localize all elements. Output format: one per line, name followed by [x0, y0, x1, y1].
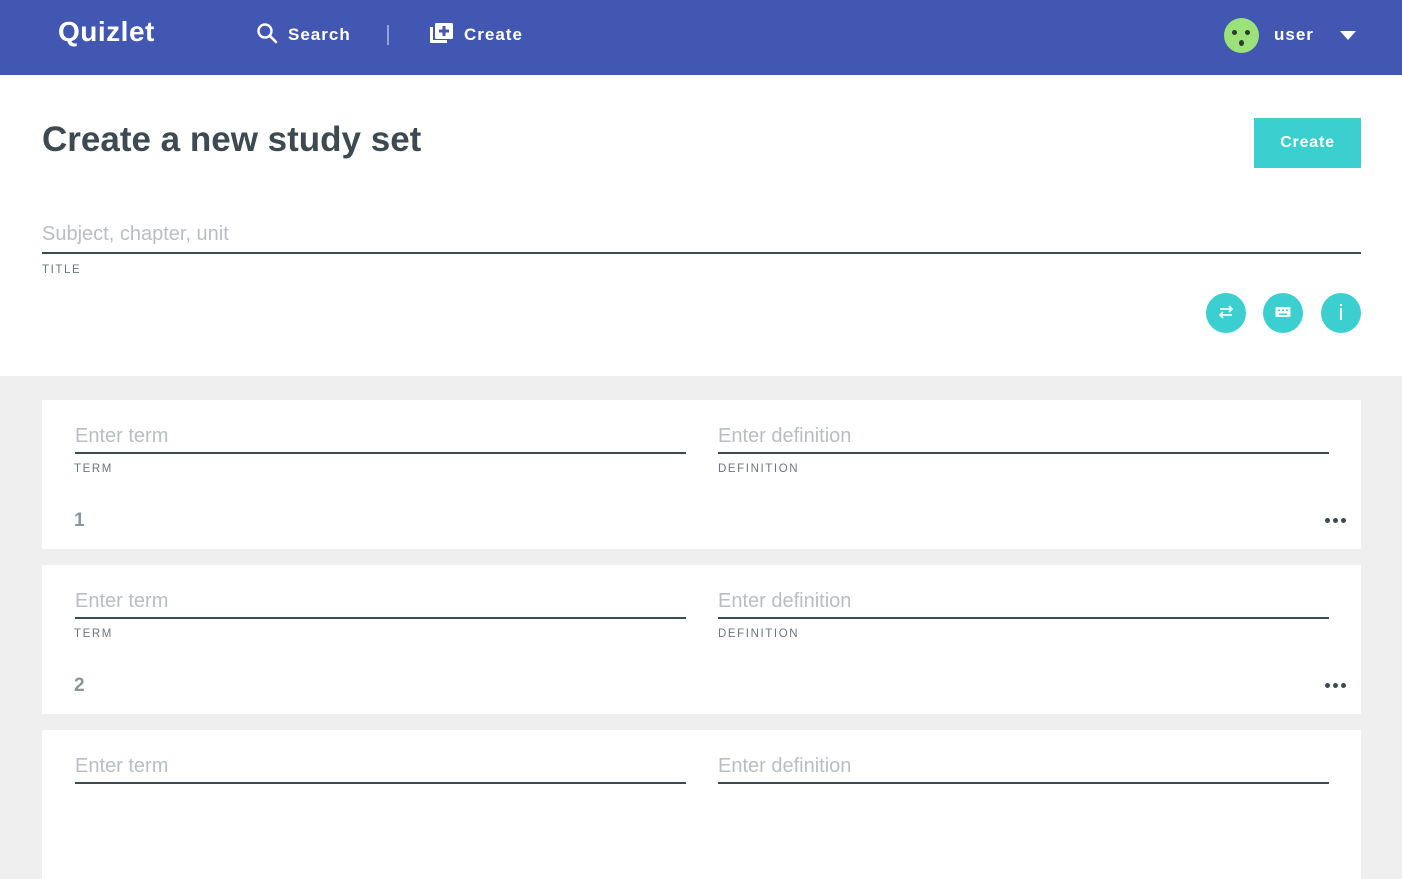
page-title: Create a new study set	[42, 120, 422, 159]
nav-divider	[387, 25, 389, 45]
term-card: TERM DEFINITION 1	[42, 400, 1361, 549]
swap-terms-button[interactable]	[1206, 293, 1246, 333]
swap-icon	[1217, 304, 1235, 323]
term-input[interactable]	[75, 750, 686, 784]
more-options-icon[interactable]	[1322, 510, 1348, 530]
create-set-button[interactable]: Create	[1254, 118, 1361, 168]
set-header-panel: Create a new study set Create TITLE i	[0, 75, 1402, 376]
term-card: TERM DEFINITION 2	[42, 565, 1361, 714]
definition-input[interactable]	[718, 750, 1329, 784]
definition-label: DEFINITION	[718, 463, 800, 475]
top-navbar: Quizlet Search Create user	[0, 0, 1402, 75]
term-input[interactable]	[75, 585, 686, 619]
nav-create-label: Create	[464, 25, 523, 44]
card-number: 1	[74, 510, 85, 531]
term-label: TERM	[74, 628, 113, 640]
card-number: 2	[74, 675, 85, 696]
search-icon	[256, 22, 278, 49]
nav-create-button[interactable]: Create	[429, 22, 523, 48]
title-field-label: TITLE	[42, 264, 82, 276]
avatar	[1224, 17, 1259, 53]
definition-input[interactable]	[718, 420, 1329, 454]
quizlet-logo[interactable]: Quizlet	[58, 16, 155, 48]
chevron-down-icon[interactable]	[1339, 30, 1356, 40]
term-card	[42, 730, 1361, 879]
add-to-library-icon	[429, 22, 454, 49]
term-input[interactable]	[75, 420, 686, 454]
user-menu[interactable]: user	[1224, 17, 1356, 53]
term-label: TERM	[74, 463, 113, 475]
keyboard-shortcuts-button[interactable]	[1263, 293, 1303, 333]
more-options-icon[interactable]	[1322, 675, 1348, 695]
info-button[interactable]: i	[1321, 293, 1361, 333]
user-name: user	[1274, 25, 1314, 44]
title-input[interactable]	[42, 217, 1361, 254]
nav-search-label: Search	[288, 25, 351, 44]
definition-label: DEFINITION	[718, 628, 800, 640]
definition-input[interactable]	[718, 585, 1329, 619]
info-icon: i	[1338, 300, 1344, 325]
nav-search-button[interactable]: Search	[256, 22, 351, 48]
keyboard-icon	[1275, 306, 1291, 321]
